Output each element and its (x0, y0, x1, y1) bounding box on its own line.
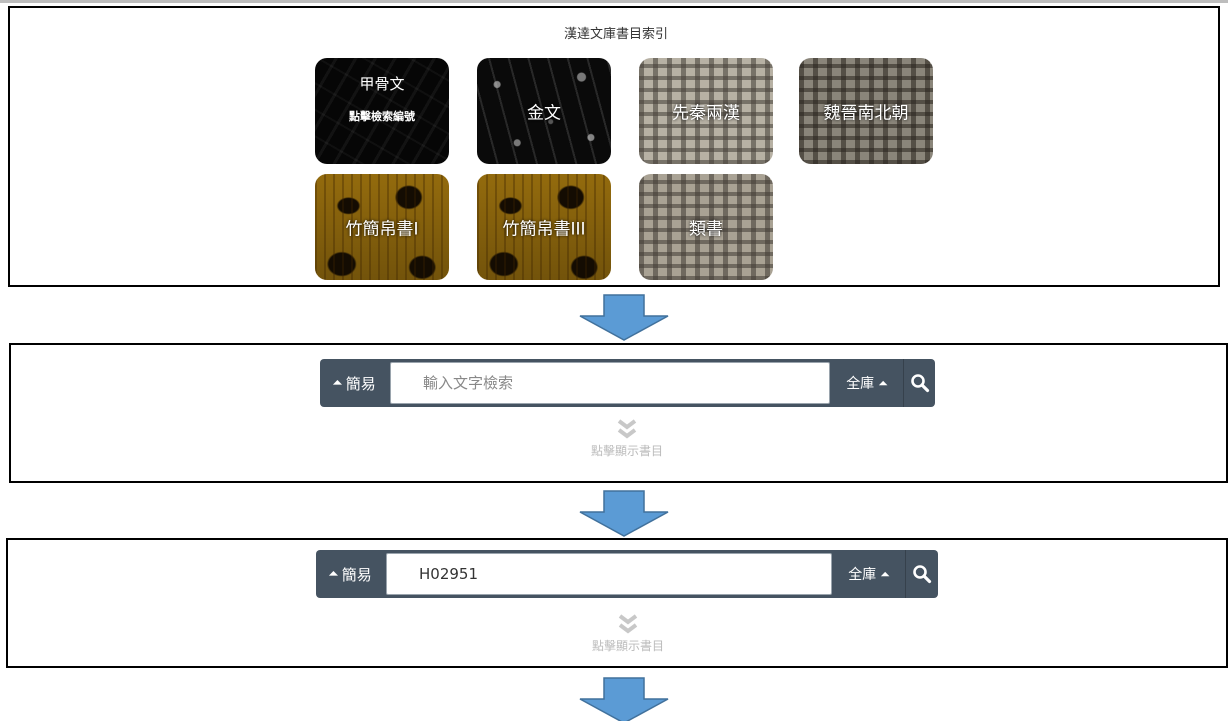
search-button[interactable] (905, 550, 937, 598)
search-panel-empty: ⏶ 簡易 全庫 ⏶ 點擊顯示書目 (9, 343, 1228, 483)
chevrons-down-icon (618, 614, 638, 634)
scope-dropdown[interactable]: 全庫 ⏶ (833, 359, 901, 407)
magnifier-icon (912, 565, 931, 584)
search-button[interactable] (903, 359, 935, 407)
show-catalog-toggle[interactable]: 點擊顯示書目 (548, 613, 708, 654)
search-bar: ⏶ 簡易 全庫 ⏶ (320, 359, 935, 407)
show-catalog-toggle[interactable]: 點擊顯示書目 (547, 418, 707, 459)
mode-label: 簡易 (345, 374, 376, 393)
search-input[interactable] (386, 553, 832, 595)
scope-label: 全庫 (848, 567, 877, 583)
mode-label: 簡易 (341, 565, 372, 584)
tile-label: 竹簡帛書III (502, 219, 586, 240)
tile-oracle-bone[interactable]: 甲骨文 點擊檢索編號 (315, 58, 449, 164)
chevrons-down-icon (617, 419, 637, 439)
tile-label: 先秦兩漢 (672, 103, 740, 124)
show-catalog-label: 點擊顯示書目 (590, 444, 663, 458)
tile-label: 魏晉南北朝 (823, 103, 909, 124)
magnifier-icon (910, 374, 929, 393)
tile-bronze[interactable]: 金文 (477, 58, 611, 164)
tile-label: 竹簡帛書I (345, 219, 419, 240)
tile-label: 金文 (527, 103, 561, 124)
simple-mode-toggle[interactable]: ⏶ 簡易 (320, 359, 388, 407)
down-arrow-icon (579, 490, 669, 537)
search-bar: ⏶ 簡易 全庫 ⏶ (316, 550, 938, 598)
tile-bamboo-silk-3[interactable]: 竹簡帛書III (477, 174, 611, 280)
scope-dropdown[interactable]: 全庫 ⏶ (835, 550, 903, 598)
search-panel-filled: ⏶ 簡易 全庫 ⏶ 點擊顯示書目 (6, 538, 1228, 668)
show-catalog-label: 點擊顯示書目 (591, 639, 664, 653)
scope-label: 全庫 (846, 376, 875, 392)
top-divider (0, 0, 1228, 3)
chevrons-up-icon: ⏶ (332, 375, 343, 391)
catalog-index-panel: 漢達文庫書目索引 甲骨文 點擊檢索編號 金文 先秦兩漢 魏晉南北朝 竹簡帛書I … (8, 6, 1220, 287)
index-title: 漢達文庫書目索引 (563, 27, 668, 42)
tile-label: 甲骨文 (359, 75, 405, 93)
down-arrow-icon (579, 677, 669, 721)
chevrons-up-icon: ⏶ (880, 566, 890, 581)
tile-leishu[interactable]: 類書 (639, 174, 773, 280)
tile-sublabel[interactable]: 點擊檢索編號 (315, 108, 449, 124)
tile-pre-qin-han[interactable]: 先秦兩漢 (639, 58, 773, 164)
tile-wei-jin[interactable]: 魏晉南北朝 (799, 58, 933, 164)
search-input[interactable] (390, 362, 830, 404)
tile-bamboo-silk-1[interactable]: 竹簡帛書I (315, 174, 449, 280)
down-arrow-icon (579, 294, 669, 341)
chevrons-up-icon: ⏶ (878, 375, 888, 390)
chevrons-up-icon: ⏶ (328, 566, 339, 582)
simple-mode-toggle[interactable]: ⏶ 簡易 (316, 550, 384, 598)
tile-label: 類書 (689, 219, 723, 240)
